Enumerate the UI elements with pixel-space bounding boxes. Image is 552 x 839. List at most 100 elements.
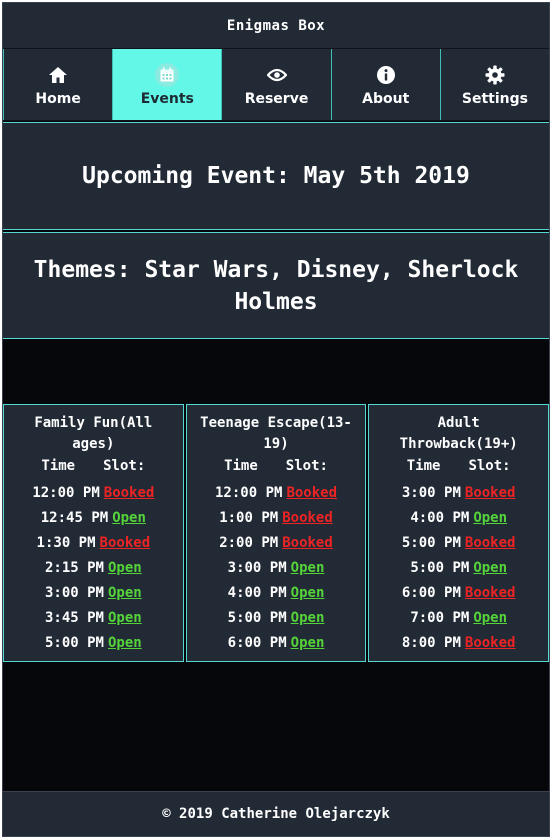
slot-row: 12:45 PM Open <box>4 505 183 530</box>
nav-item-about[interactable]: About <box>332 49 441 120</box>
slot-time: 12:00 PM <box>32 484 100 501</box>
nav-item-settings[interactable]: Settings <box>441 49 549 120</box>
slot-status-link[interactable]: Open <box>291 610 325 626</box>
copyright-text: © 2019 Catherine Olejarczyk <box>162 806 390 822</box>
nav-item-home[interactable]: Home <box>3 49 114 120</box>
slot-time: 7:00 PM <box>410 609 470 626</box>
slot-time: 4:00 PM <box>410 509 470 526</box>
slot-time: 12:45 PM <box>40 509 109 526</box>
slot-time: 6:00 PM <box>401 584 461 601</box>
home-icon <box>48 63 68 87</box>
slot-time: 5:00 PM <box>401 534 461 551</box>
slot-status-link[interactable]: Open <box>291 560 325 576</box>
nav-label: Events <box>140 90 194 107</box>
slot-row: 3:45 PM Open <box>4 605 183 630</box>
slot-status-link[interactable]: Booked <box>282 510 333 526</box>
slot-status-link[interactable]: Open <box>473 610 507 626</box>
slot-header: Slot: <box>103 458 146 474</box>
slot-status-link[interactable]: Booked <box>465 635 516 651</box>
slot-status-link[interactable]: Open <box>473 510 507 526</box>
slot-status-link[interactable]: Booked <box>465 485 516 501</box>
column-header: Time Slot: <box>187 458 366 480</box>
slot-status-link[interactable]: Open <box>473 560 507 576</box>
main-nav: Home Events Reserve About Settings <box>3 49 549 121</box>
app-header: Enigmas Box <box>3 3 549 49</box>
slot-row: 12:00 PM Booked <box>187 480 366 505</box>
column-title: Family Fun(All ages) <box>34 415 153 452</box>
gear-icon <box>485 63 505 87</box>
slot-row: 6:00 PM Open <box>187 630 366 655</box>
column-title: Adult Throwback(19+) <box>399 415 518 452</box>
nav-item-events[interactable]: Events <box>113 49 223 120</box>
slot-row: 1:30 PM Booked <box>4 530 183 555</box>
slot-row: 4:00 PM Open <box>187 580 366 605</box>
slot-status-link[interactable]: Open <box>291 585 325 601</box>
slot-time: 5:00 PM <box>410 559 470 576</box>
schedule-column-teen: Teenage Escape(13-19) Time Slot: 12:00 P… <box>185 404 367 662</box>
slot-status-link[interactable]: Open <box>112 510 146 526</box>
slot-status-link[interactable]: Open <box>108 635 142 651</box>
column-title: Teenage Escape(13-19) <box>200 415 352 452</box>
column-header: Time Slot: <box>4 458 183 480</box>
slot-row: 8:00 PM Booked <box>369 630 548 655</box>
nav-label: About <box>362 90 410 107</box>
themes-banner: Themes: Star Wars, Disney, Sherlock Holm… <box>3 232 549 339</box>
event-heading: Upcoming Event: May 5th 2019 <box>82 163 470 189</box>
slot-time: 3:00 PM <box>44 584 104 601</box>
slot-row: 5:00 PM Open <box>369 555 548 580</box>
event-schedule: Family Fun(All ages) Time Slot: 12:00 PM… <box>3 404 550 662</box>
time-header: Time <box>41 458 76 474</box>
calendar-icon <box>155 62 180 87</box>
slot-row: 4:00 PM Open <box>369 505 548 530</box>
time-header: Time <box>406 458 441 474</box>
slot-row: 2:00 PM Booked <box>187 530 366 555</box>
slot-row: 1:00 PM Booked <box>187 505 366 530</box>
slot-time: 4:00 PM <box>227 584 287 601</box>
slot-status-link[interactable]: Open <box>108 585 142 601</box>
slot-header: Slot: <box>468 458 511 474</box>
slot-row: 5:00 PM Booked <box>369 530 548 555</box>
time-header: Time <box>224 458 258 474</box>
slot-row: 7:00 PM Open <box>369 605 548 630</box>
slot-status-link[interactable]: Booked <box>100 535 151 551</box>
slot-row: 5:00 PM Open <box>187 605 366 630</box>
slot-time: 5:00 PM <box>227 609 287 626</box>
schedule-column-adult: Adult Throwback(19+) Time Slot: 3:00 PM B… <box>368 404 550 662</box>
slot-time: 8:00 PM <box>401 634 461 651</box>
slot-status-link[interactable]: Booked <box>286 485 337 501</box>
slot-row: 3:00 PM Open <box>187 555 366 580</box>
schedule-column-family: Family Fun(All ages) Time Slot: 12:00 PM… <box>3 404 184 662</box>
app-frame: Enigmas Box Home Events Reserve About Se… <box>2 2 550 837</box>
event-banner: Upcoming Event: May 5th 2019 <box>3 122 549 230</box>
slot-time: 3:45 PM <box>44 609 104 626</box>
slot-time: 2:15 PM <box>44 559 104 576</box>
slot-row: 5:00 PM Open <box>4 630 183 655</box>
slot-status-link[interactable]: Booked <box>465 535 516 551</box>
slot-time: 6:00 PM <box>227 634 287 651</box>
slot-time: 1:00 PM <box>219 509 279 526</box>
app-title: Enigmas Box <box>226 17 326 34</box>
nav-label: Reserve <box>244 90 309 107</box>
slot-status-link[interactable]: Open <box>291 635 325 651</box>
slot-status-link[interactable]: Booked <box>465 585 516 601</box>
column-header: Time Slot: <box>369 458 548 480</box>
slot-status-link[interactable]: Open <box>108 610 142 626</box>
nav-label: Home <box>35 90 81 107</box>
themes-heading: Themes: Star Wars, Disney, Sherlock Holm… <box>33 256 519 315</box>
slot-time: 3:00 PM <box>227 559 287 576</box>
slot-row: 6:00 PM Booked <box>369 580 548 605</box>
nav-item-reserve[interactable]: Reserve <box>222 49 332 120</box>
slot-row: 12:00 PM Booked <box>4 480 183 505</box>
nav-label: Settings <box>461 90 528 107</box>
slot-time: 2:00 PM <box>219 534 279 551</box>
slot-row: 3:00 PM Booked <box>369 480 548 505</box>
slot-row: 2:15 PM Open <box>4 555 183 580</box>
slot-status-link[interactable]: Open <box>108 560 142 576</box>
slot-time: 1:30 PM <box>36 534 96 551</box>
slot-status-link[interactable]: Booked <box>104 485 155 501</box>
slot-status-link[interactable]: Booked <box>282 535 333 551</box>
slot-time: 5:00 PM <box>44 634 104 651</box>
slot-row: 3:00 PM Open <box>4 580 183 605</box>
slot-header: Slot: <box>285 458 328 474</box>
slot-time: 12:00 PM <box>215 484 283 501</box>
